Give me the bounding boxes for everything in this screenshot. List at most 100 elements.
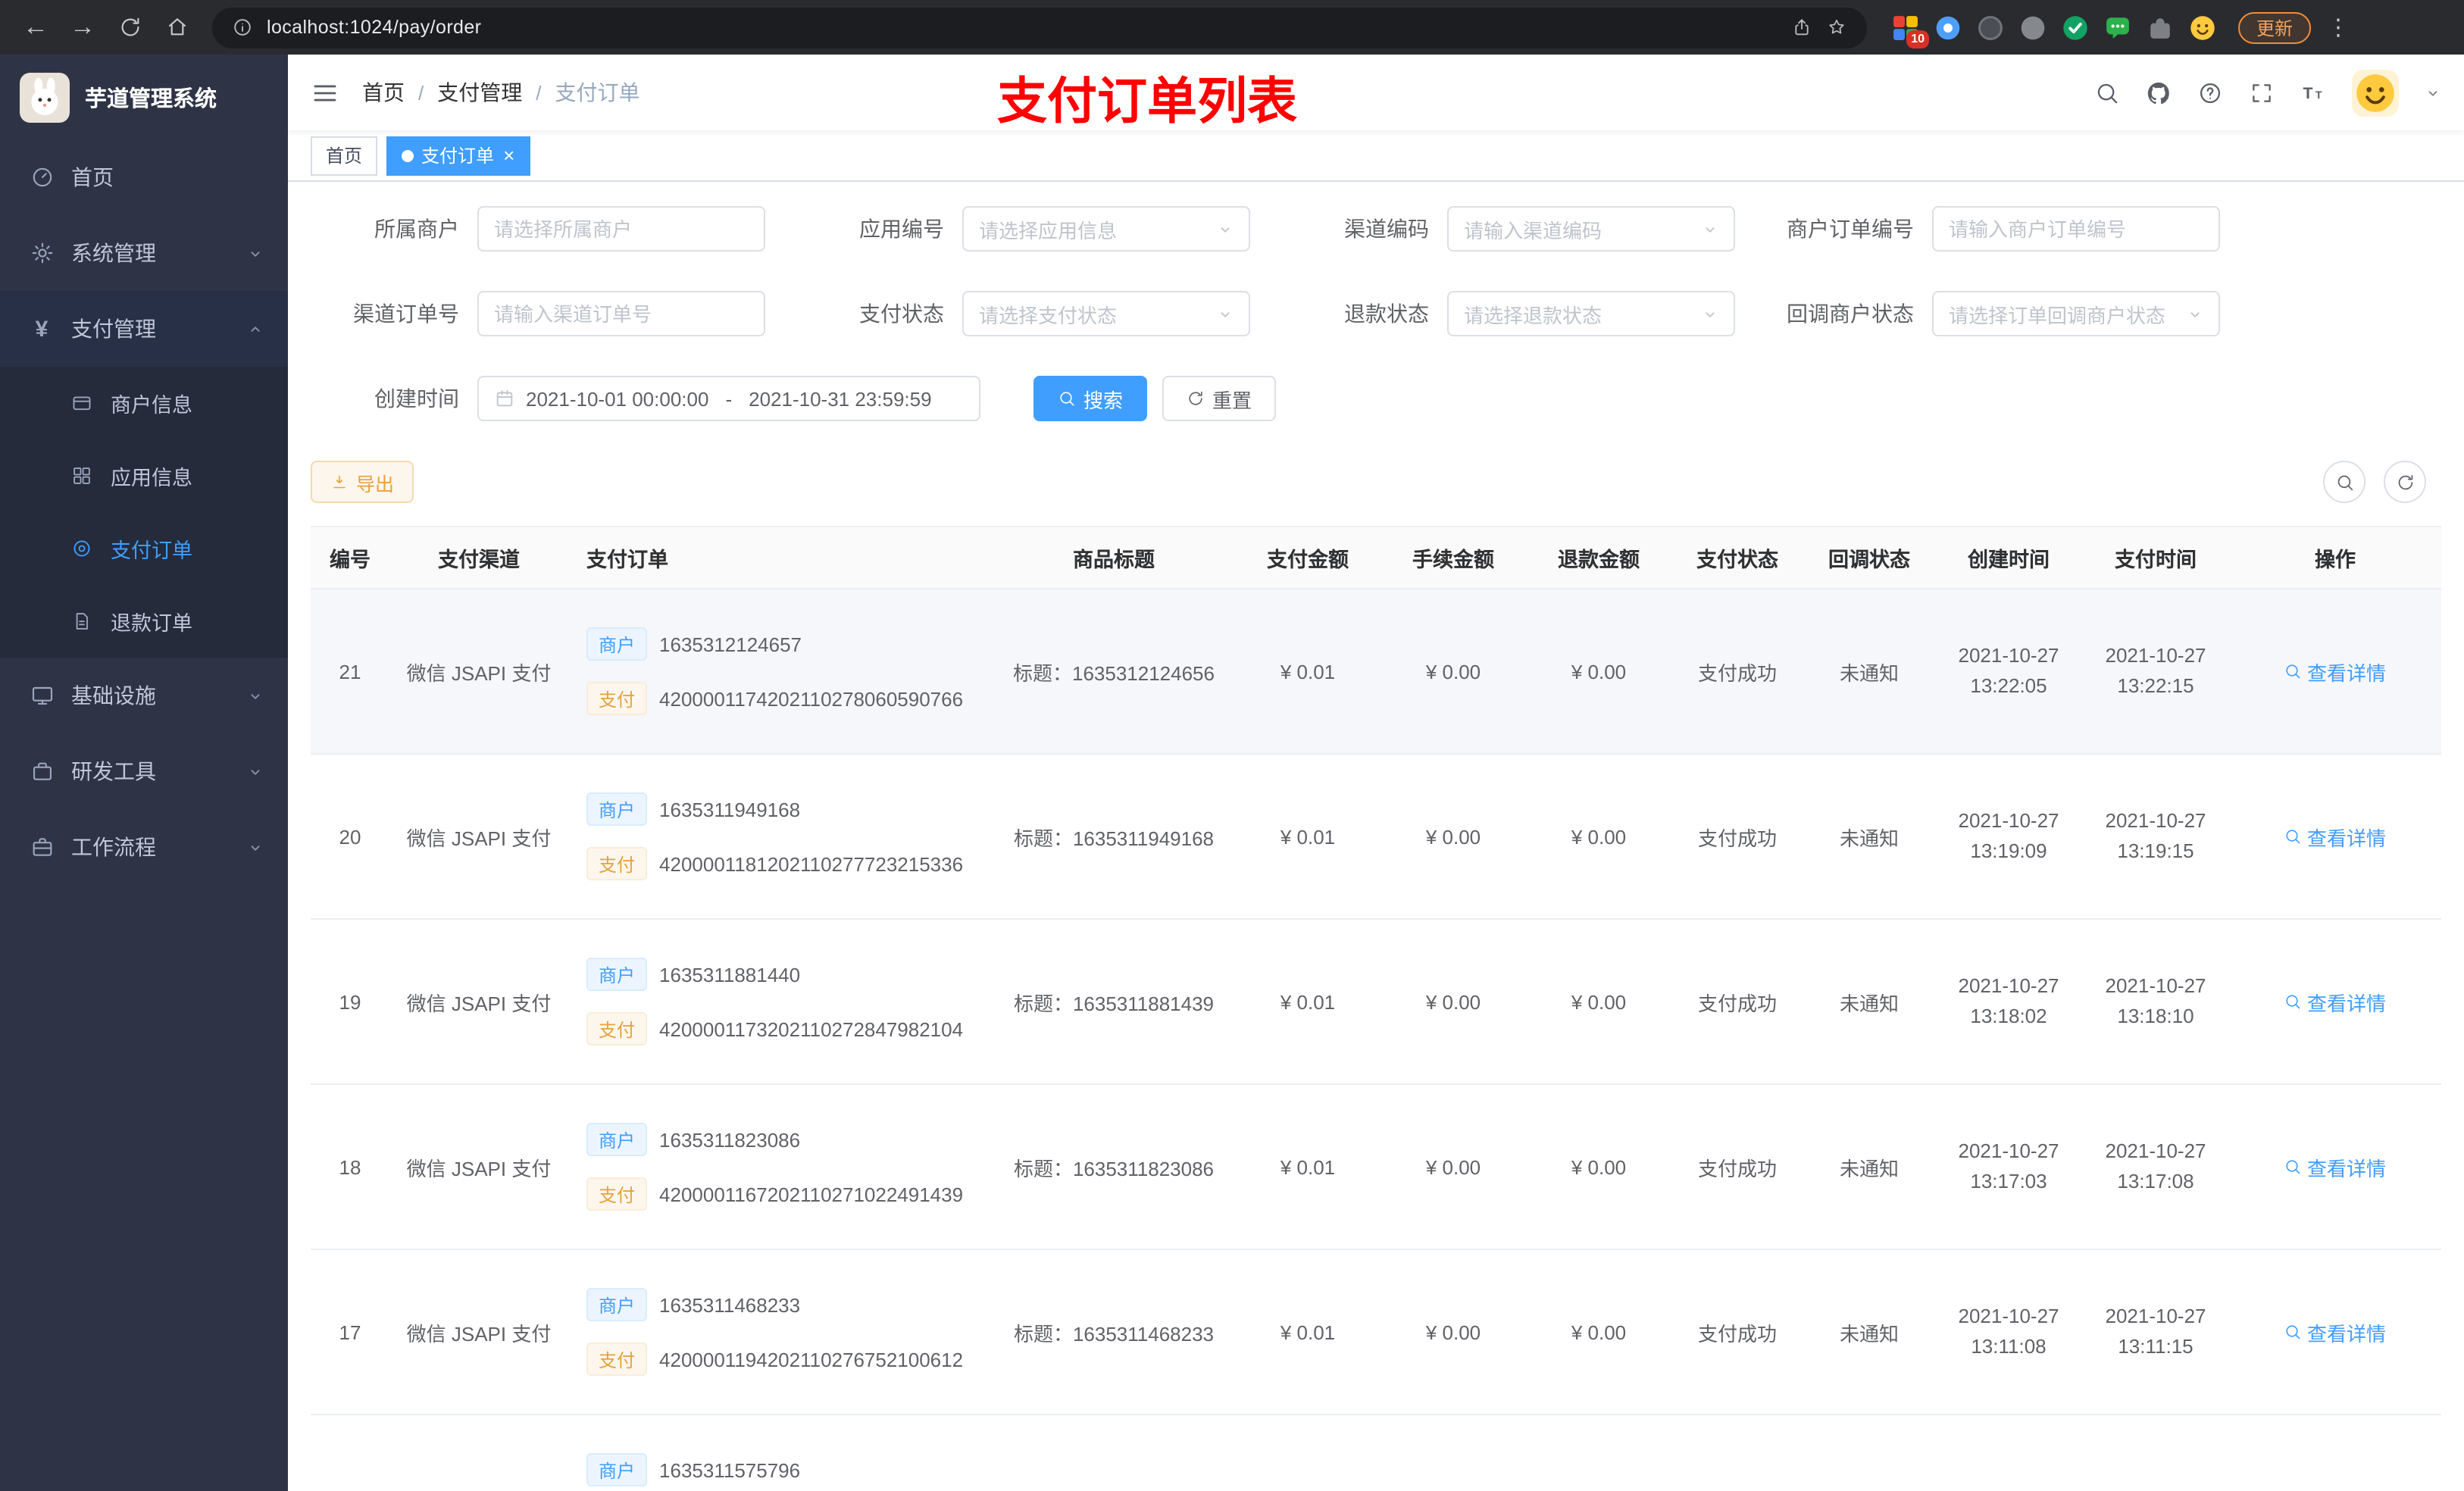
browser-back-icon[interactable]: ← xyxy=(15,7,56,48)
header-search-icon[interactable] xyxy=(2094,80,2120,105)
view-detail-link[interactable]: 查看详情 xyxy=(2284,1152,2386,1181)
merchant-tag: 商户 xyxy=(586,1123,648,1156)
url-text: localhost:1024/pay/order xyxy=(267,17,482,38)
github-icon[interactable] xyxy=(2146,80,2172,105)
merchant-tag: 商户 xyxy=(586,958,648,991)
column-amount: 支付金额 xyxy=(1235,526,1381,589)
cell-pay-order: 商户 1635311823086 支付 42000011672021102710224… xyxy=(568,1084,993,1250)
sidebar-item-dev-tools[interactable]: 研发工具 xyxy=(0,733,288,809)
filter-notify-status: 回调商户状态 请选择订单回调商户状态 xyxy=(1765,291,2220,336)
extension-dark-icon[interactable] xyxy=(1976,13,2005,42)
export-button[interactable]: 导出 xyxy=(311,461,414,503)
filter-channel-code: 渠道编码 请输入渠道编码 xyxy=(1280,206,1735,252)
extensions-area: 10 xyxy=(1891,13,2217,48)
merchant-order-no-input[interactable] xyxy=(1932,206,2220,252)
channel-code-select[interactable]: 请输入渠道编码 xyxy=(1447,206,1735,252)
create-time-range-picker[interactable]: 2021-10-01 00:00:00 - 2021-10-31 23:59:5… xyxy=(477,376,980,421)
user-menu-caret-icon[interactable] xyxy=(2425,84,2441,101)
sidebar-item-pay-order[interactable]: 支付订单 xyxy=(0,512,288,585)
dashboard-icon xyxy=(29,164,55,190)
cell-id: 17 xyxy=(311,1249,389,1415)
view-detail-link[interactable]: 查看详情 xyxy=(2284,987,2386,1016)
svg-text:T: T xyxy=(2303,83,2313,102)
search-icon xyxy=(2334,472,2354,492)
url-bar[interactable]: localhost:1024/pay/order xyxy=(212,7,1867,48)
channel-order-no-input[interactable] xyxy=(477,291,765,336)
extension-colorful-icon[interactable]: 10 xyxy=(1891,13,1929,48)
sidebar-item-workflow[interactable]: 工作流程 xyxy=(0,809,288,885)
column-action: 操作 xyxy=(2229,526,2441,589)
browser-menu-icon[interactable]: ⋮ xyxy=(2323,7,2353,48)
app-logo[interactable]: 芋道管理系统 xyxy=(0,55,288,139)
view-detail-link[interactable]: 查看详情 xyxy=(2284,657,2386,686)
magnifier-icon xyxy=(2284,992,2303,1011)
cell-action: 查看详情 xyxy=(2229,1249,2441,1415)
merchant-tag: 商户 xyxy=(586,792,648,826)
font-size-icon[interactable]: TT xyxy=(2300,80,2326,105)
table-toolbar: 导出 xyxy=(311,461,2441,503)
page-content: 所属商户应用编号请选择应用信息渠道编码请输入渠道编码商户订单编号 渠道订单号支付… xyxy=(288,182,2464,1491)
extension-emoji-icon[interactable] xyxy=(2188,13,2217,42)
toggle-search-button[interactable] xyxy=(2323,461,2366,503)
cell-pay-order: 商户 1635311468233 支付 42000011942021102767521… xyxy=(568,1249,993,1415)
share-icon[interactable] xyxy=(1791,17,1812,38)
sidebar-item-payment[interactable]: ¥ 支付管理 xyxy=(0,291,288,367)
browser-home-icon[interactable] xyxy=(156,7,197,48)
sidebar-item-system[interactable]: 系统管理 xyxy=(0,215,288,291)
cell-channel: 微信 JSAPI 支付 xyxy=(389,1084,568,1250)
sidebar-toggle-icon[interactable] xyxy=(311,78,339,107)
browser-forward-icon[interactable]: → xyxy=(62,7,103,48)
table-row: 19 微信 JSAPI 支付 商户 1635311881440 支付 4200001173… xyxy=(311,919,2441,1085)
notify-status-select[interactable]: 请选择订单回调商户状态 xyxy=(1932,291,2220,336)
filter-channel-order-no: 渠道订单号 xyxy=(311,291,765,336)
browser-update-button[interactable]: 更新 xyxy=(2238,11,2312,43)
cell-amount: ¥ 0.01 xyxy=(1235,1084,1381,1250)
extension-chat-icon[interactable] xyxy=(2103,13,2132,42)
sidebar-item-refund-order[interactable]: 退款订单 xyxy=(0,585,288,658)
extension-puzzle-icon[interactable] xyxy=(2146,13,2175,42)
view-detail-link[interactable]: 查看详情 xyxy=(2284,1318,2386,1346)
tab-home[interactable]: 首页 xyxy=(311,136,378,175)
sidebar-item-merchant-info[interactable]: 商户信息 xyxy=(0,367,288,439)
filter-label: 渠道订单号 xyxy=(353,302,459,326)
view-detail-link[interactable]: 查看详情 xyxy=(2284,822,2386,851)
merchant-input[interactable] xyxy=(477,206,765,252)
site-info-icon[interactable] xyxy=(232,17,253,38)
breadcrumb-separator: / xyxy=(536,81,542,104)
user-avatar[interactable] xyxy=(2352,69,2399,116)
search-icon xyxy=(1058,389,1076,408)
cell-refund: ¥ 0.00 xyxy=(1526,754,1671,920)
app-no-select[interactable]: 请选择应用信息 xyxy=(962,206,1250,252)
breadcrumb-item[interactable]: 首页 xyxy=(362,77,405,108)
reset-button[interactable]: 重置 xyxy=(1162,376,1277,421)
tools-icon xyxy=(29,758,55,784)
tab-pay-order[interactable]: 支付订单 × xyxy=(386,136,530,175)
logo-avatar xyxy=(20,72,70,122)
sidebar-item-home[interactable]: 首页 xyxy=(0,139,288,215)
cell-fee: ¥ 0.00 xyxy=(1381,589,1526,755)
workflow-icon xyxy=(29,834,55,860)
refresh-table-button[interactable] xyxy=(2384,461,2426,503)
sidebar-item-infrastructure[interactable]: 基础设施 xyxy=(0,658,288,733)
search-button[interactable]: 搜索 xyxy=(1033,376,1148,421)
chevron-up-icon xyxy=(247,320,264,337)
breadcrumb-item[interactable]: 支付管理 xyxy=(437,77,522,108)
tab-close-icon[interactable]: × xyxy=(503,145,514,165)
extension-gray-icon[interactable] xyxy=(2018,13,2047,42)
pay-status-select[interactable]: 请选择支付状态 xyxy=(962,291,1250,336)
cell-created: 2021-10-27 13:17:03 xyxy=(1935,1084,2082,1250)
fullscreen-icon[interactable] xyxy=(2249,80,2275,105)
filter-label: 渠道编码 xyxy=(1344,217,1429,241)
sidebar-menu: 首页 系统管理 ¥ 支付管理 商户信息 应用信息 支付订单 退款订单 基础设施 研发工具 工作流程 xyxy=(0,139,288,885)
cell-status: 支付成功 xyxy=(1671,919,1803,1085)
extension-check-icon[interactable] xyxy=(2061,13,2090,42)
browser-refresh-icon[interactable] xyxy=(109,7,150,48)
refund-status-select[interactable]: 请选择退款状态 xyxy=(1447,291,1735,336)
magnifier-icon xyxy=(2284,1323,2303,1341)
cell-title xyxy=(993,1414,1235,1491)
help-icon[interactable] xyxy=(2197,80,2223,105)
bookmark-star-icon[interactable] xyxy=(1826,17,1847,38)
cell-pay-order: 商户 1635312124657 支付 42000011742021102780605… xyxy=(568,589,993,755)
extension-pin-icon[interactable] xyxy=(1934,13,1962,42)
sidebar-item-app-info[interactable]: 应用信息 xyxy=(0,439,288,512)
